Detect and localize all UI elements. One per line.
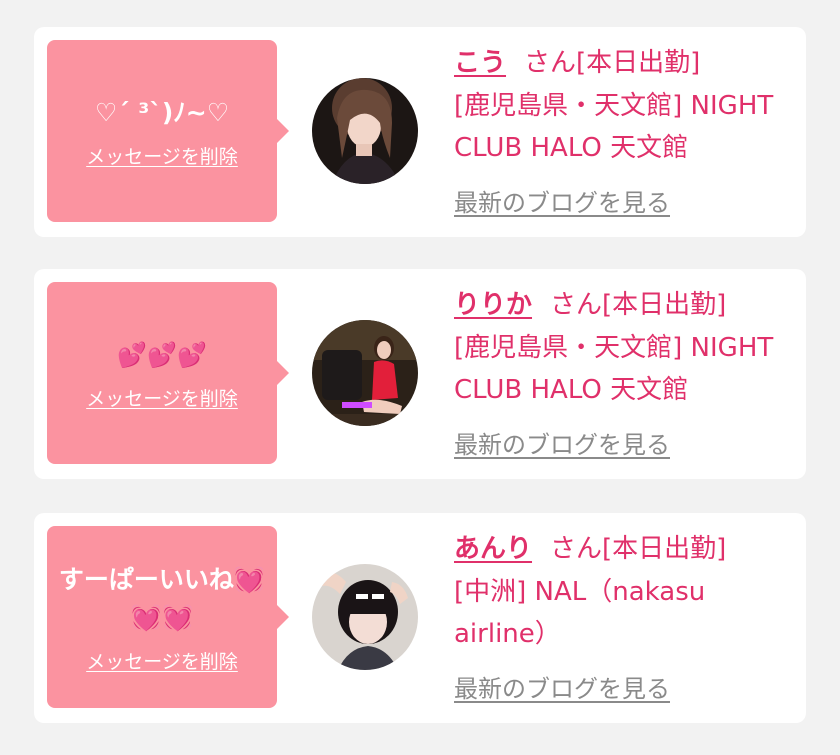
message-bubble: 💕💕💕 メッセージを削除: [47, 282, 289, 464]
message-text: 💕💕💕: [117, 340, 207, 369]
latest-blog-link[interactable]: 最新のブログを見る: [454, 183, 670, 218]
work-status: [本日出勤]: [602, 290, 727, 320]
shop-name[interactable]: [中洲] NAL（nakasu airline）: [454, 571, 799, 655]
shop-name[interactable]: [鹿児島県・天文館] NIGHT CLUB HALO 天文館: [454, 85, 799, 169]
shop-name[interactable]: [鹿児島県・天文館] NIGHT CLUB HALO 天文館: [454, 327, 799, 411]
message-card: すーぱーいいね💓💓💓 メッセージを削除 あんり さん[本日出勤] [中洲] NAL…: [34, 513, 806, 723]
delete-message-link[interactable]: メッセージを削除: [86, 647, 238, 674]
message-bubble: ♡´ ³`)ﾉ~♡ メッセージを削除: [47, 40, 289, 222]
avatar[interactable]: [312, 320, 418, 426]
message-bubble: すーぱーいいね💓💓💓 メッセージを削除: [47, 526, 289, 708]
message-card: ♡´ ³`)ﾉ~♡ メッセージを削除 こう さん[本日出勤] [鹿児島県・天文館]…: [34, 27, 806, 237]
avatar[interactable]: [312, 564, 418, 670]
avatar[interactable]: [312, 78, 418, 184]
honorific: さん: [524, 48, 577, 78]
work-status: [本日出勤]: [576, 48, 701, 78]
cast-name-link[interactable]: りりか: [454, 290, 532, 320]
message-text: ♡´ ³`)ﾉ~♡: [94, 97, 230, 127]
cast-info: りりか さん[本日出勤] [鹿児島県・天文館] NIGHT CLUB HALO 天…: [454, 285, 799, 411]
message-list: ♡´ ³`)ﾉ~♡ メッセージを削除 こう さん[本日出勤] [鹿児島県・天文館]…: [0, 0, 840, 755]
honorific: さん: [550, 534, 603, 564]
latest-blog-link[interactable]: 最新のブログを見る: [454, 669, 670, 704]
cast-name-link[interactable]: あんり: [454, 534, 532, 564]
delete-message-link[interactable]: メッセージを削除: [86, 384, 238, 411]
cast-info: あんり さん[本日出勤] [中洲] NAL（nakasu airline）: [454, 529, 799, 655]
cast-name-link[interactable]: こう: [454, 48, 506, 78]
latest-blog-link[interactable]: 最新のブログを見る: [454, 425, 670, 460]
work-status: [本日出勤]: [602, 534, 727, 564]
message-text: すーぱーいいね💓💓💓: [58, 564, 266, 632]
delete-message-link[interactable]: メッセージを削除: [86, 142, 238, 169]
honorific: さん: [550, 290, 603, 320]
message-card: 💕💕💕 メッセージを削除 りりか さん[本日出勤] [鹿児島県・天文館] NIGH…: [34, 269, 806, 479]
cast-info: こう さん[本日出勤] [鹿児島県・天文館] NIGHT CLUB HALO 天文…: [454, 43, 799, 169]
